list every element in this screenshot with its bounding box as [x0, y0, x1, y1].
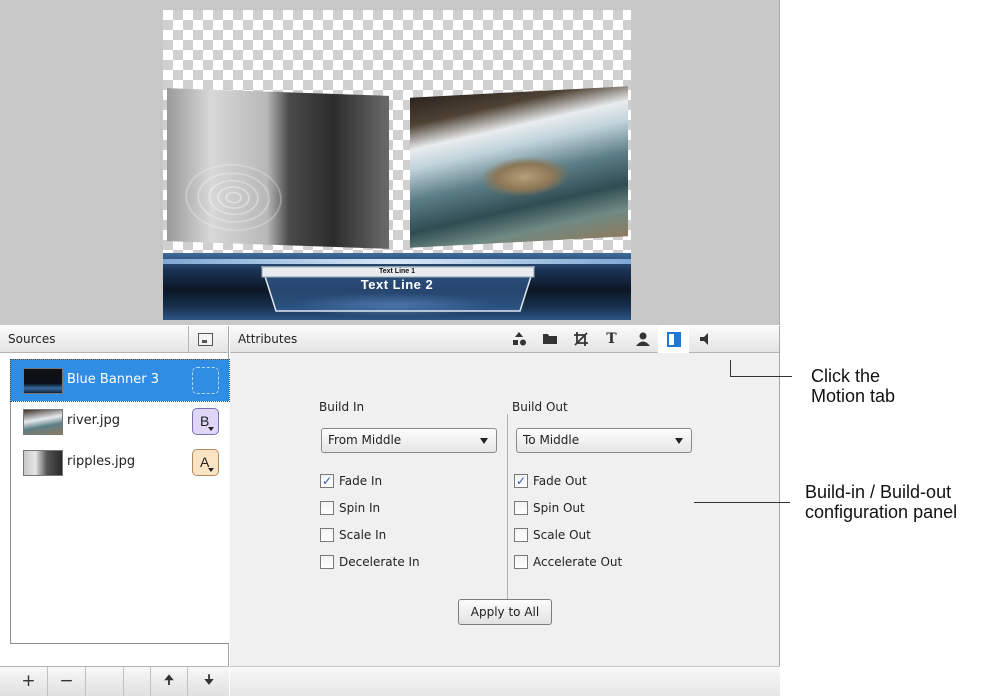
build-in-label: Build In [319, 400, 365, 414]
checkbox-box[interactable] [320, 528, 334, 542]
motion-icon[interactable] [658, 326, 689, 353]
build-out-select[interactable]: To Middle [516, 428, 692, 453]
build-callout-line-1: Build-in / Build-out [805, 482, 952, 502]
layer-icon[interactable] [503, 326, 534, 353]
ripples-thumbnail [23, 450, 63, 476]
motion-tab-glyph [667, 332, 681, 347]
sources-toolbar: + − 🠉 🠋 [0, 666, 229, 696]
text-icon[interactable]: T [596, 326, 627, 353]
source-badge-b[interactable]: B [192, 408, 219, 435]
attributes-footer [230, 666, 780, 696]
checkbox-box[interactable] [320, 555, 334, 569]
sources-header: Sources [0, 326, 228, 353]
motion-callout-line-1: Click the [811, 366, 881, 386]
banner-text-line-1: Text Line 1 [378, 268, 416, 275]
river-thumbnail [23, 409, 63, 435]
chevron-down-icon [675, 438, 683, 444]
motion-callout-leader [730, 376, 792, 377]
checkbox-label: Decelerate In [339, 555, 420, 569]
source-label: ripples.jpg [67, 454, 136, 469]
move-down-button[interactable]: 🠋 [190, 667, 228, 696]
checkbox-box[interactable] [320, 501, 334, 515]
checkbox-label: Fade In [339, 474, 383, 488]
motion-callout: Click the Motion tab [811, 366, 895, 406]
checkbox-label: Fade Out [533, 474, 587, 488]
banner-thumbnail [23, 368, 63, 394]
preview-area: Text Line 1 Text Line 2 [0, 0, 780, 325]
sources-list: Blue Banner 3 river.jpg B ripples.jpg A [10, 359, 230, 644]
ripples-image[interactable] [167, 88, 389, 249]
source-badge-a[interactable]: A [192, 449, 219, 476]
folder-icon[interactable] [534, 326, 565, 353]
motion-callout-leader [730, 360, 731, 376]
apply-to-all-button[interactable]: Apply to All [458, 599, 552, 625]
source-label: river.jpg [67, 413, 121, 428]
checkbox-label: Accelerate Out [533, 555, 623, 569]
crop-icon[interactable] [565, 326, 596, 353]
build-out-value: To Middle [523, 433, 580, 447]
attributes-panel: Attributes T Build In From Middle ✓ Fade… [230, 326, 780, 696]
checkbox-label: Spin Out [533, 501, 585, 515]
source-badge[interactable] [192, 367, 219, 394]
build-callout: Build-in / Build-out configuration panel [805, 482, 957, 522]
move-up-button[interactable]: 🠉 [150, 667, 188, 696]
build-callout-line-2: configuration panel [805, 502, 958, 522]
chevron-down-icon [208, 427, 214, 431]
build-out-label: Build Out [512, 400, 568, 414]
source-label: Blue Banner 3 [67, 372, 160, 387]
toolbar-spacer [86, 667, 124, 696]
window-toggle-icon[interactable] [198, 333, 213, 346]
checkbox-label: Spin In [339, 501, 381, 515]
checkbox-box[interactable]: ✓ [320, 474, 334, 488]
audio-icon[interactable] [689, 326, 720, 353]
checkbox-box[interactable]: ✓ [514, 474, 528, 488]
checkbox-box[interactable] [514, 528, 528, 542]
remove-source-button[interactable]: − [48, 667, 86, 696]
river-image[interactable] [410, 86, 628, 248]
build-config-panel: Build In From Middle ✓ Fade In Spin In S… [230, 354, 780, 666]
checkbox-label: Scale In [339, 528, 387, 542]
build-in-select[interactable]: From Middle [321, 428, 497, 453]
attributes-title: Attributes [238, 332, 298, 346]
checkbox-label: Scale Out [533, 528, 591, 542]
checkbox-box[interactable] [514, 555, 528, 569]
sources-panel: Sources Blue Banner 3 river.jpg B ripple… [0, 326, 230, 696]
preview-canvas[interactable]: Text Line 1 Text Line 2 [163, 10, 631, 320]
header-separator [188, 326, 189, 353]
sources-title: Sources [8, 332, 56, 346]
build-callout-leader [694, 502, 790, 503]
build-in-value: From Middle [328, 433, 402, 447]
add-source-button[interactable]: + [10, 667, 48, 696]
attributes-header: Attributes T [230, 326, 779, 353]
blue-banner[interactable]: Text Line 1 Text Line 2 [163, 253, 631, 320]
checkbox-box[interactable] [514, 501, 528, 515]
list-item[interactable]: ripples.jpg A [11, 442, 229, 483]
motion-callout-line-2: Motion tab [811, 386, 896, 406]
banner-text-line-2: Text Line 2 [360, 277, 434, 292]
list-item[interactable]: river.jpg B [11, 401, 229, 442]
chevron-down-icon [480, 438, 488, 444]
person-icon[interactable] [627, 326, 658, 353]
chevron-down-icon [208, 468, 214, 472]
list-item[interactable]: Blue Banner 3 [10, 359, 230, 402]
column-divider [507, 414, 508, 612]
